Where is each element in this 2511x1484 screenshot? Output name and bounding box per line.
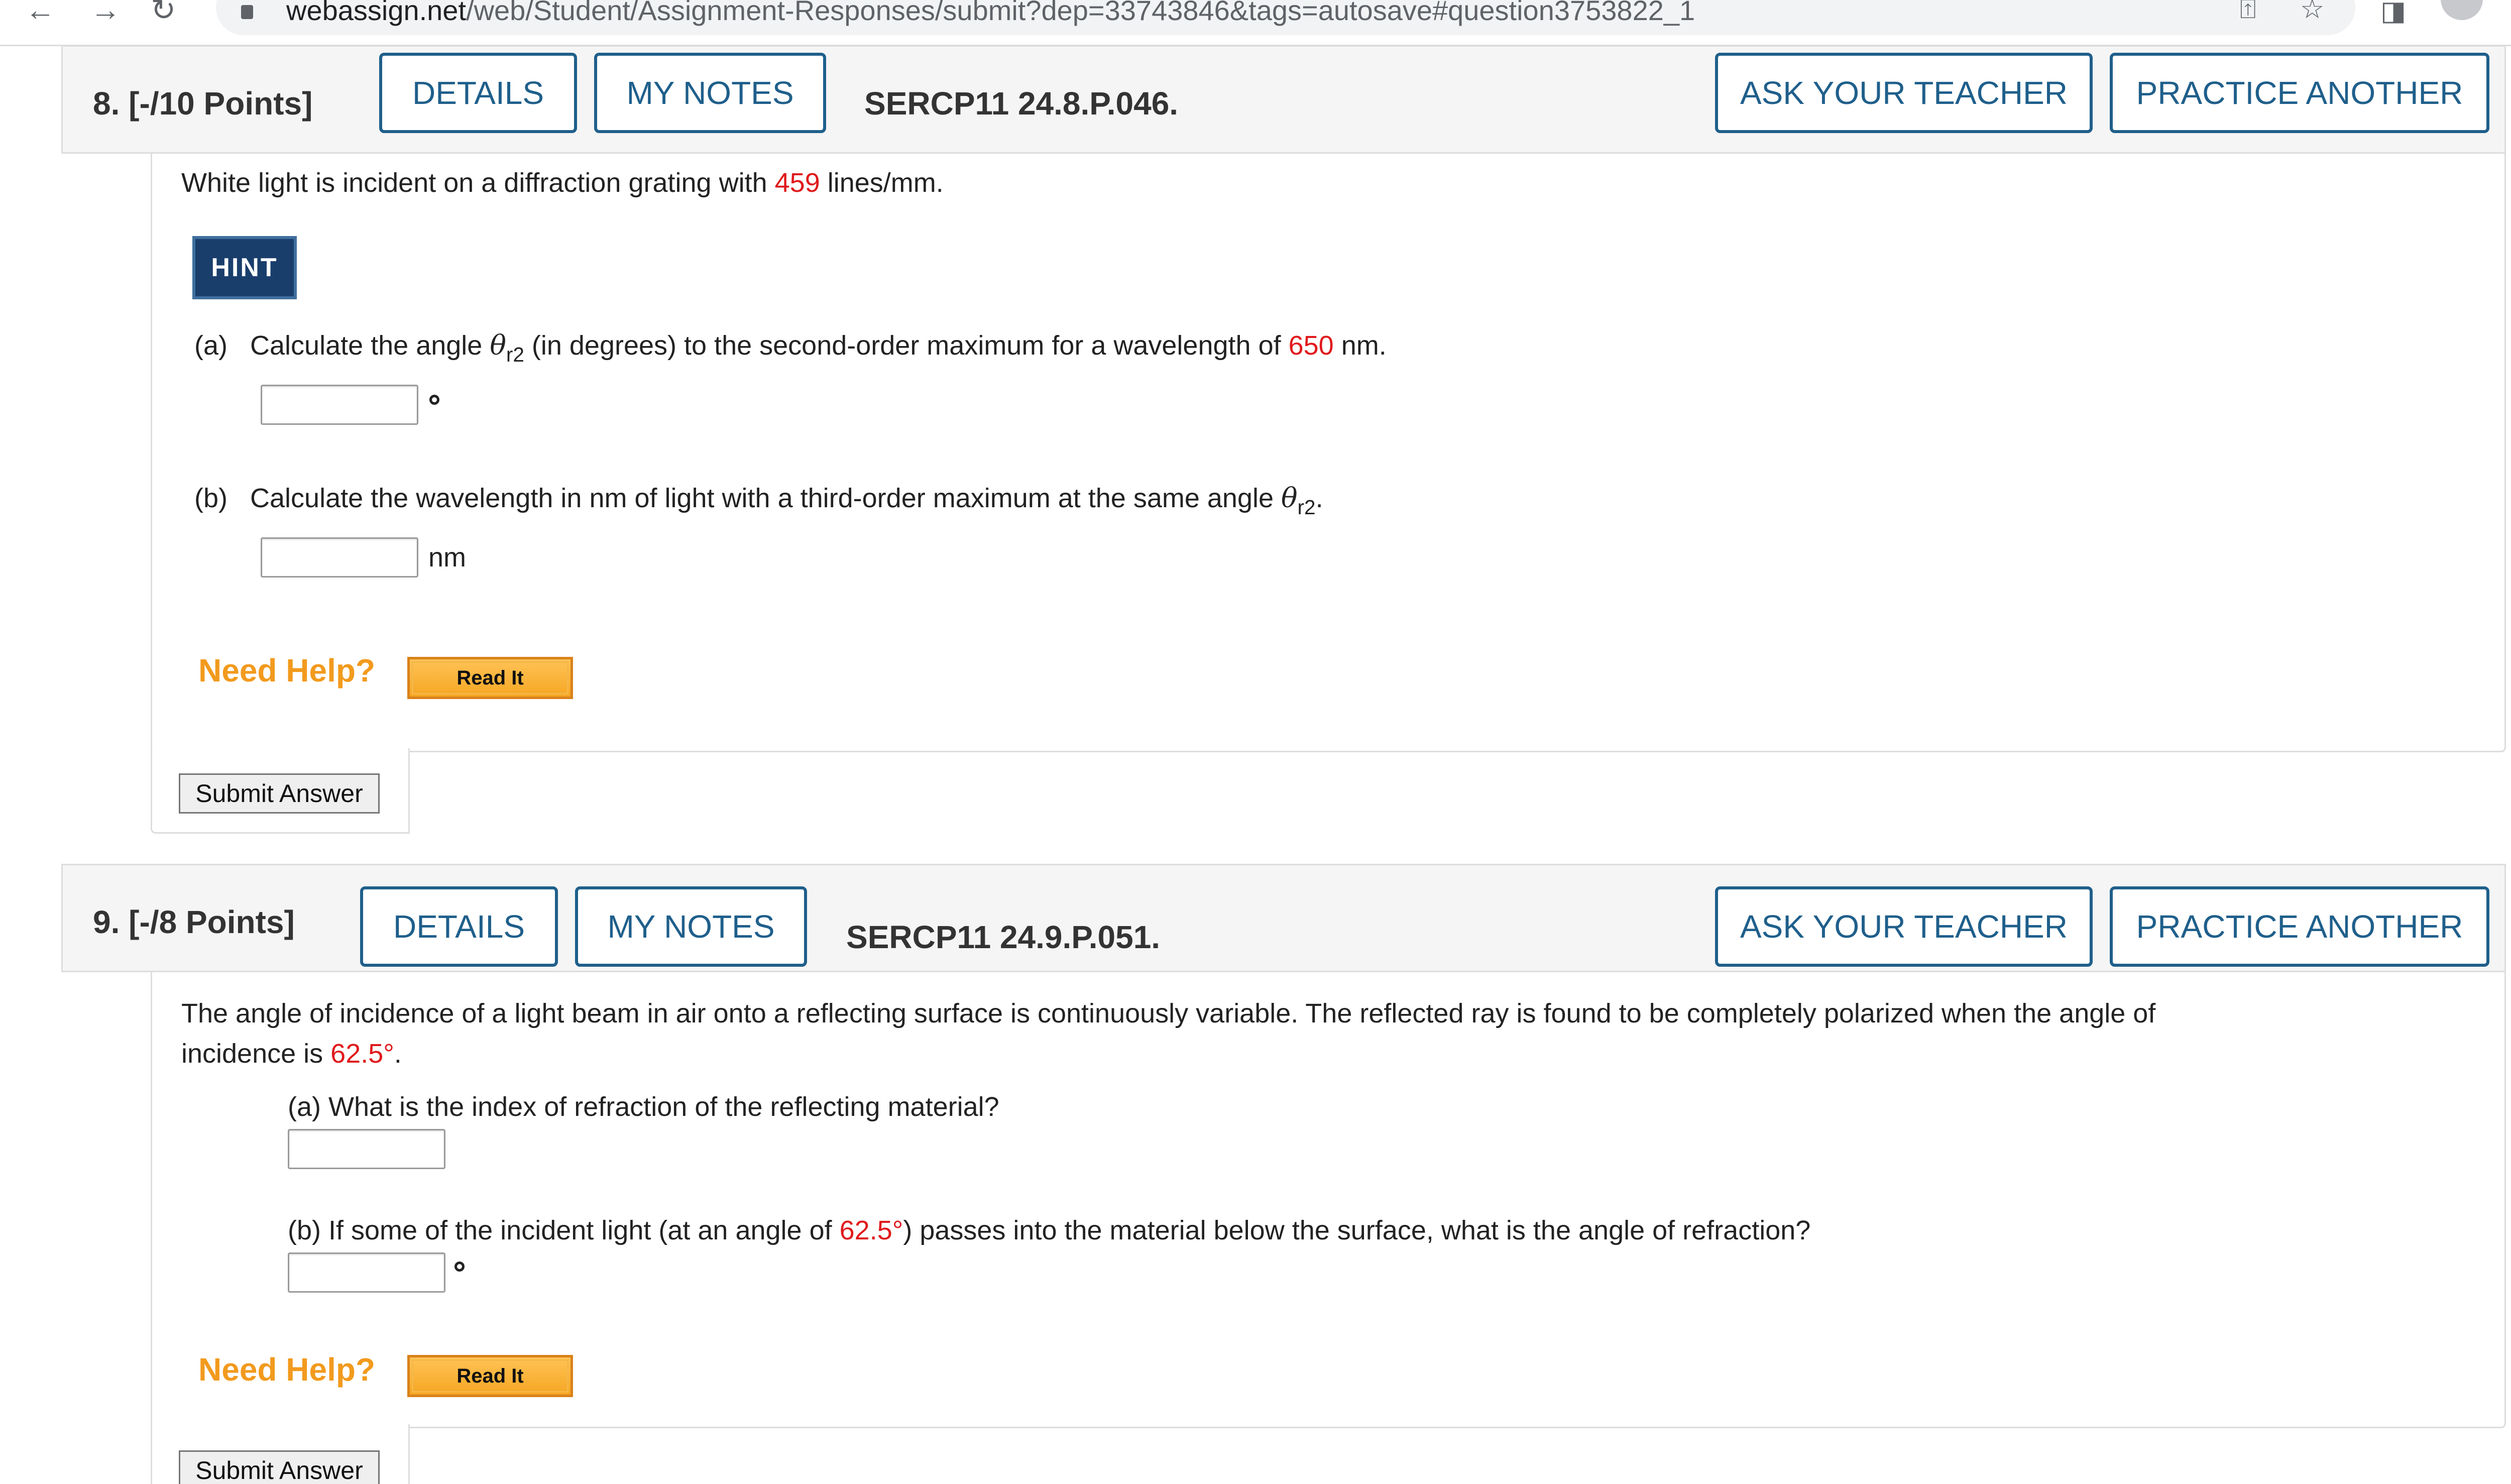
part-b-answer-input[interactable] <box>288 1252 445 1293</box>
degree-symbol <box>454 1262 465 1272</box>
read-it-button[interactable]: Read It <box>407 1355 573 1397</box>
question-8-body: White light is incident on a diffraction… <box>151 154 2506 752</box>
ask-your-teacher-button[interactable]: ASK YOUR TEACHER <box>1715 53 2093 133</box>
degree-symbol <box>429 395 439 405</box>
part-a-prompt: (a) Calculate the angle θr2 (in degrees)… <box>194 329 1387 367</box>
part-a-prompt: (a) What is the index of refraction of t… <box>288 1092 999 1122</box>
my-notes-button[interactable]: MY NOTES <box>594 53 826 133</box>
back-arrow-icon[interactable]: ← <box>25 0 55 25</box>
browser-toolbar: ← → ↻ webassign.net/web/Student/Assignme… <box>0 0 2511 46</box>
reload-icon[interactable]: ↻ <box>151 0 176 25</box>
details-button[interactable]: DETAILS <box>379 53 577 133</box>
forward-arrow-icon[interactable]: → <box>90 0 121 25</box>
hint-button[interactable]: HINT <box>192 236 297 299</box>
question-intro-line-2: incidence is 62.5°. <box>181 1039 402 1069</box>
bookmark-star-icon[interactable]: ☆ <box>2300 0 2324 24</box>
question-code: SERCP11 24.8.P.046. <box>864 85 1179 122</box>
question-code: SERCP11 24.9.P.051. <box>846 919 1161 955</box>
question-intro: White light is incident on a diffraction… <box>181 168 944 198</box>
address-bar[interactable]: webassign.net/web/Student/Assignment-Res… <box>216 0 2355 35</box>
my-notes-button[interactable]: MY NOTES <box>575 886 807 967</box>
question-9-header: 9. [-/8 Points] DETAILS MY NOTES SERCP11… <box>61 864 2506 972</box>
details-button[interactable]: DETAILS <box>360 886 558 967</box>
part-b-prompt: (b) Calculate the wavelength in nm of li… <box>194 482 1323 519</box>
part-b-answer-input[interactable] <box>261 537 418 578</box>
read-it-button[interactable]: Read It <box>407 657 573 699</box>
practice-another-button[interactable]: PRACTICE ANOTHER <box>2110 53 2489 133</box>
question-8-header: 8. [-/10 Points] DETAILS MY NOTES SERCP1… <box>61 45 2506 154</box>
share-icon[interactable]: ⍐ <box>2240 0 2256 24</box>
lock-icon <box>241 5 253 19</box>
question-intro-line-1: The angle of incidence of a light beam i… <box>181 998 2156 1029</box>
profile-avatar[interactable] <box>2441 0 2483 20</box>
question-9-body: The angle of incidence of a light beam i… <box>151 972 2506 1428</box>
part-b-prompt: (b) If some of the incident light (at an… <box>288 1215 1811 1245</box>
submit-answer-button[interactable]: Submit Answer <box>179 1450 380 1484</box>
question-number: 8. [-/10 Points] <box>93 85 313 122</box>
question-number: 9. [-/8 Points] <box>93 904 295 940</box>
submit-answer-button[interactable]: Submit Answer <box>179 773 380 814</box>
part-b-unit: nm <box>428 542 467 573</box>
part-a-answer-input[interactable] <box>261 385 418 425</box>
ask-your-teacher-button[interactable]: ASK YOUR TEACHER <box>1715 886 2093 967</box>
need-help-label: Need Help? <box>198 652 376 689</box>
sidebar-icon[interactable]: ◨ <box>2380 0 2406 26</box>
need-help-label: Need Help? <box>198 1351 376 1388</box>
part-a-answer-input[interactable] <box>288 1129 445 1169</box>
url-text: webassign.net/web/Student/Assignment-Res… <box>286 0 1695 26</box>
practice-another-button[interactable]: PRACTICE ANOTHER <box>2110 886 2489 967</box>
